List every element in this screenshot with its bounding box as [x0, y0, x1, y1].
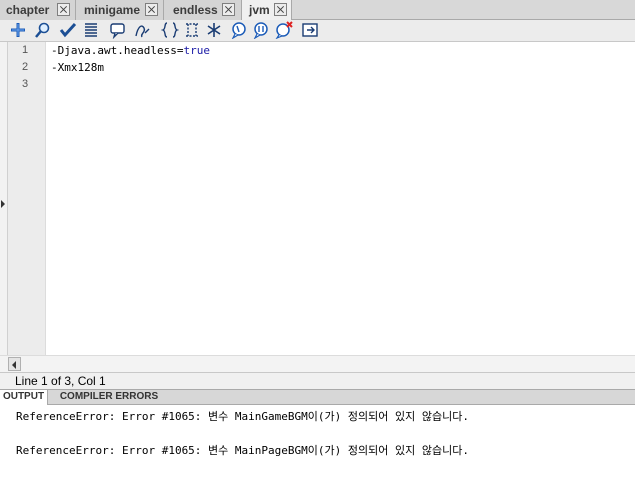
tab-output[interactable]: OUTPUT [0, 390, 48, 405]
close-icon[interactable] [274, 3, 287, 16]
tab-label: minigame [84, 3, 141, 17]
line-number: 2 [22, 61, 29, 73]
scroll-left-icon[interactable] [8, 357, 21, 371]
collapse-panel-handle[interactable] [0, 42, 8, 355]
close-icon[interactable] [222, 3, 235, 16]
comment-icon[interactable] [109, 21, 127, 39]
curly-braces-icon[interactable] [161, 21, 179, 39]
delete-comment-icon[interactable] [275, 21, 293, 39]
document-tab-bar: chapter minigame endless jvm [0, 0, 635, 21]
line-number: 1 [22, 44, 29, 56]
expand-arrow-icon[interactable] [1, 200, 5, 208]
output-panel-tabs: OUTPUT COMPILER ERRORS [0, 389, 635, 405]
tab-label: chapter [6, 3, 50, 17]
cursor-position: Line 1 of 3, Col 1 [15, 374, 106, 388]
close-icon[interactable] [145, 3, 158, 16]
status-bar: Line 1 of 3, Col 1 [0, 372, 635, 389]
add-comment-icon[interactable] [230, 21, 248, 39]
line-number: 3 [22, 78, 29, 90]
asterisk-icon[interactable] [205, 21, 223, 39]
format-icon[interactable] [82, 21, 100, 39]
output-line: ReferenceError: Error #1065: 변수 MainGame… [16, 410, 469, 423]
add-icon[interactable] [9, 21, 27, 39]
tab-label: endless [173, 3, 218, 17]
horizontal-scrollbar[interactable] [0, 355, 635, 372]
editor-toolbar [0, 20, 635, 42]
output-line: ReferenceError: Error #1065: 변수 MainPage… [16, 444, 469, 457]
tab-minigame[interactable]: minigame [76, 0, 164, 20]
close-icon[interactable] [57, 3, 70, 16]
tab-chapter[interactable]: chapter [0, 0, 76, 20]
check-syntax-icon[interactable] [59, 21, 77, 39]
tab-jvm[interactable]: jvm [242, 0, 292, 21]
line-number-gutter: 1 2 3 [8, 42, 46, 355]
option-value: true [183, 44, 210, 57]
code-editor[interactable]: 1 2 3 -Djava.awt.headless=true -Xmx128m [0, 42, 635, 355]
code-line[interactable]: -Xmx128m [51, 61, 104, 74]
option-key: -Xmx128m [51, 61, 104, 74]
snippets-icon[interactable] [301, 21, 319, 39]
option-key: -Djava.awt.headless [51, 44, 177, 57]
pencil-icon[interactable] [133, 21, 151, 39]
find-icon[interactable] [34, 21, 52, 39]
tab-label: jvm [249, 3, 270, 17]
tab-endless[interactable]: endless [164, 0, 242, 20]
bracket-icon[interactable] [183, 21, 201, 39]
tab-compiler-errors[interactable]: COMPILER ERRORS [54, 390, 164, 405]
remove-comment-icon[interactable] [252, 21, 270, 39]
output-panel: ReferenceError: Error #1065: 변수 MainGame… [0, 405, 635, 478]
code-line[interactable]: -Djava.awt.headless=true [51, 44, 210, 57]
